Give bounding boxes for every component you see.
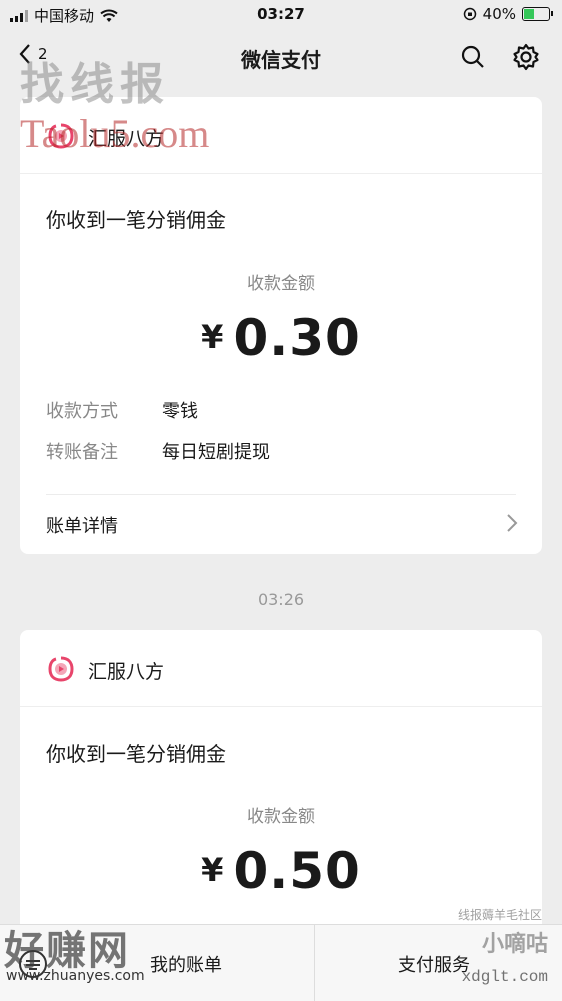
watermark-top-url: Taolu5.com (20, 111, 210, 156)
bill-details-link[interactable]: 账单详情 (20, 495, 542, 553)
payment-method-value: 零钱 (162, 401, 198, 422)
currency-symbol: ¥ (201, 851, 224, 889)
merchant-logo-icon (48, 656, 74, 682)
watermark-bottom-right-url: xdglt.com (461, 968, 548, 986)
chevron-right-icon (507, 514, 518, 532)
gear-icon[interactable] (512, 43, 540, 71)
search-icon[interactable] (460, 44, 486, 70)
bill-details-label: 账单详情 (46, 516, 118, 537)
status-right: 40% (463, 5, 553, 23)
payment-method-label: 收款方式 (46, 401, 118, 422)
card-header[interactable]: 汇服八方 (20, 630, 542, 707)
battery-percent: 40% (482, 5, 516, 23)
transfer-note-label: 转账备注 (46, 442, 118, 463)
watermark-bottom-right-brand: 小嘀咕 (481, 932, 548, 957)
message-title: 你收到一笔分销佣金 (46, 208, 226, 232)
amount: ¥0.30 (20, 309, 542, 367)
watermark-bottom-right: 线报薅羊毛社区 (457, 908, 542, 922)
amount-label: 收款金额 (247, 807, 315, 827)
status-bar: 中国移动 03:27 40% (0, 0, 562, 30)
amount: ¥0.50 (20, 842, 542, 900)
message-timestamp: 03:26 (257, 590, 305, 609)
currency-symbol: ¥ (201, 318, 224, 356)
amount-value: 0.50 (233, 842, 361, 900)
transfer-note-value: 每日短剧提现 (162, 442, 270, 463)
merchant-name: 汇服八方 (88, 661, 165, 683)
payment-card: 汇服八方 你收到一笔分销佣金 收款金额 ¥0.50 (20, 630, 542, 940)
message-title: 你收到一笔分销佣金 (46, 742, 226, 766)
orientation-lock-icon (463, 7, 476, 21)
amount-value: 0.30 (233, 309, 361, 367)
battery-icon (522, 7, 553, 21)
my-bills-button[interactable]: 我的账单 (150, 951, 222, 977)
amount-label: 收款金额 (247, 274, 315, 294)
watermark-bottom-left-url: www.zhuanyes.com (6, 968, 145, 984)
payment-services-button[interactable]: 支付服务 (398, 951, 470, 977)
watermark-top: 找线报 (20, 59, 170, 110)
payment-card: 汇服八方 你收到一笔分销佣金 收款金额 ¥0.30 收款方式 零钱 转账备注 每… (20, 97, 542, 554)
